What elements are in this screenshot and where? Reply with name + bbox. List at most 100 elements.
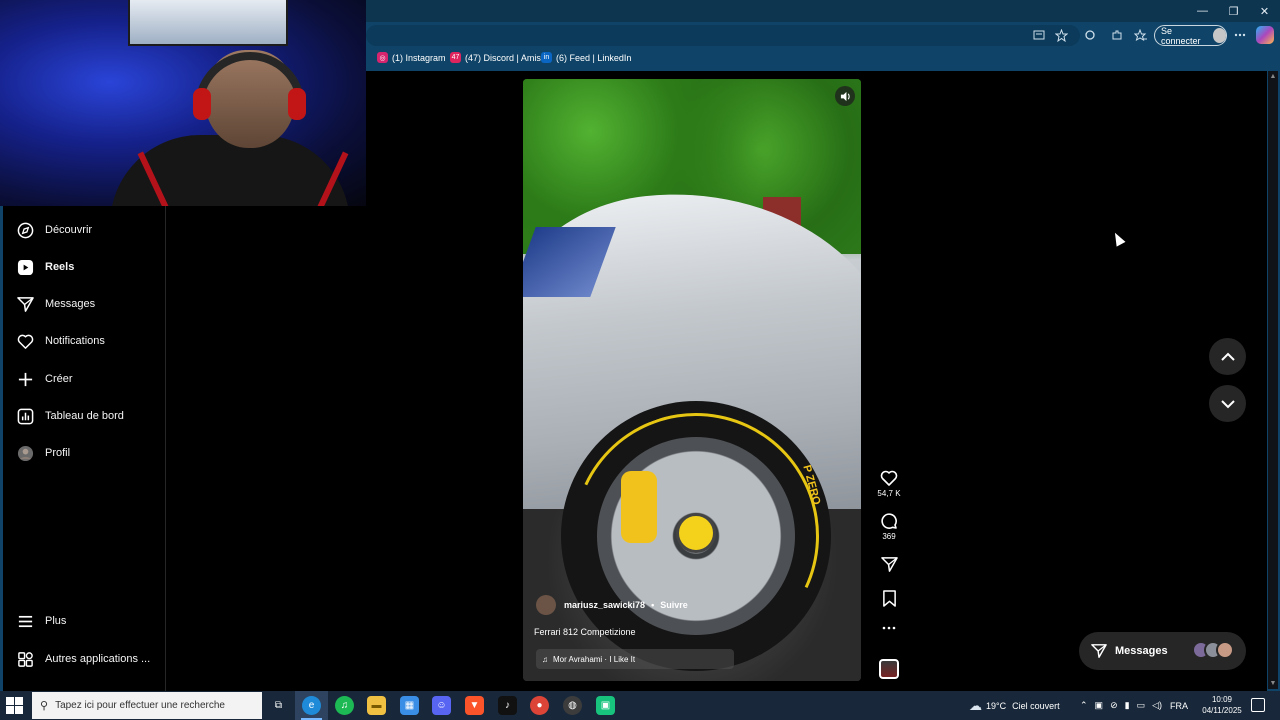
sidebar-item-reels[interactable]: Reels <box>15 256 74 278</box>
scroll-down-icon[interactable]: ▼ <box>1269 680 1277 687</box>
scroll-up-icon[interactable]: ▲ <box>1269 73 1277 80</box>
weather-widget[interactable]: ☁ 19°C Ciel couvert <box>969 691 1060 720</box>
avatar <box>1216 641 1234 659</box>
author-avatar[interactable] <box>536 595 556 615</box>
messages-pill-label: Messages <box>1115 645 1168 657</box>
language-indicator[interactable]: FRA <box>1170 701 1188 711</box>
favorite-discord[interactable]: 47 (47) Discord | Amis <box>450 52 541 63</box>
more-button[interactable] <box>875 624 903 632</box>
menu-icon <box>15 611 35 631</box>
tray-chevron-up-icon[interactable]: ⌃ <box>1080 700 1088 711</box>
file-explorer-icon[interactable]: ▬ <box>367 696 386 715</box>
search-icon: ⚲ <box>40 700 49 712</box>
share-button[interactable] <box>875 556 903 573</box>
sidebar-item-tableau-de-bord[interactable]: Tableau de bord <box>15 405 124 427</box>
author-username[interactable]: mariusz_sawicki78 <box>564 600 645 610</box>
webcam-headset-ear <box>288 88 306 120</box>
reader-view-icon[interactable] <box>1030 26 1048 44</box>
reels-icon <box>15 257 35 277</box>
spotify-icon[interactable]: ♫ <box>335 696 354 715</box>
reel-author-row: mariusz_sawicki78 • Suivre <box>536 595 688 615</box>
notification-center-icon[interactable] <box>1251 698 1265 712</box>
reel-video[interactable]: P ZERO <box>523 79 861 681</box>
address-field[interactable] <box>366 25 1080 46</box>
messages-pill-button[interactable]: Messages <box>1079 632 1246 670</box>
windows-start-icon[interactable] <box>6 697 23 714</box>
signin-label: Se connecter <box>1161 25 1201 46</box>
send-icon <box>880 557 898 572</box>
taskbar-search-box[interactable]: ⚲ Tapez ici pour effectuer une recherche <box>32 692 262 719</box>
next-reel-button[interactable] <box>1209 385 1246 422</box>
sidebar-item-label: Plus <box>45 615 67 627</box>
sidebar-item-decouvrir[interactable]: Découvrir <box>15 219 92 241</box>
instagram-sidebar: Découvrir Reels Messages Notifications C… <box>3 206 166 691</box>
store-icon[interactable]: ▦ <box>400 696 419 715</box>
heart-icon <box>15 331 35 351</box>
favorite-label: (47) Discord | Amis <box>465 52 541 63</box>
tray-mute-icon[interactable]: ⊘ <box>1110 700 1118 711</box>
sidebar-item-notifications[interactable]: Notifications <box>15 330 105 352</box>
previous-reel-button[interactable] <box>1209 338 1246 375</box>
extensions-icon[interactable] <box>1108 26 1126 44</box>
sidebar-item-profil[interactable]: Profil <box>15 442 70 464</box>
sidebar-item-label: Créer <box>45 373 73 385</box>
sidebar-item-plus[interactable]: Plus <box>15 610 66 632</box>
instagram-icon: ◎ <box>377 52 388 63</box>
like-count: 54,7 K <box>877 489 901 498</box>
send-icon <box>15 294 35 314</box>
comment-button[interactable]: 369 <box>875 512 903 541</box>
network-icon[interactable]: ▭ <box>1137 700 1146 711</box>
like-button[interactable]: 54,7 K <box>875 469 903 498</box>
sidebar-item-label: Profil <box>45 447 71 459</box>
speaker-icon <box>840 91 850 101</box>
sidebar-item-messages[interactable]: Messages <box>15 293 95 315</box>
sidebar-item-creer[interactable]: Créer <box>15 368 73 390</box>
avatar <box>15 443 35 463</box>
chrome-icon[interactable]: ● <box>530 696 549 715</box>
favorite-star-icon[interactable] <box>1052 26 1070 44</box>
favorite-linkedin[interactable]: in (6) Feed | LinkedIn <box>541 52 631 63</box>
page-scrollbar[interactable]: ▲ ▼ <box>1268 71 1278 689</box>
task-view-icon[interactable]: ⧉ <box>269 696 288 715</box>
refresh-extension-icon[interactable] <box>1081 26 1099 44</box>
sidebar-item-label: Découvrir <box>45 224 93 236</box>
sidebar-item-label: Autres applications ... <box>45 653 151 665</box>
close-icon[interactable]: ✕ <box>1249 0 1280 22</box>
more-dots-icon <box>882 626 896 630</box>
system-tray: ⌃ ▣ ⊘ ▮ ▭ ◁) FRA <box>1080 691 1188 720</box>
minimize-icon[interactable]: — <box>1187 0 1218 22</box>
sound-toggle-button[interactable] <box>835 86 855 106</box>
discord-icon[interactable]: ☺ <box>432 696 451 715</box>
restore-icon[interactable]: ❐ <box>1218 0 1249 22</box>
sidebar-item-label: Reels <box>45 261 75 273</box>
app-green-icon[interactable]: ▣ <box>596 696 615 715</box>
webcam-overlay <box>0 0 366 206</box>
signin-button[interactable]: Se connecter <box>1154 25 1227 46</box>
discord-fav-icon: 47 <box>450 52 461 63</box>
plus-icon <box>15 369 35 389</box>
sidebar-item-autres-applications[interactable]: Autres applications ... <box>15 648 150 670</box>
copilot-icon[interactable] <box>1256 26 1274 44</box>
audio-label: Mor Avrahami · I Like It <box>553 654 636 664</box>
volume-icon[interactable]: ◁) <box>1152 700 1162 711</box>
tiktok-icon[interactable]: ♪ <box>498 696 517 715</box>
save-button[interactable] <box>875 590 903 607</box>
apps-icon <box>15 649 35 669</box>
taskbar-clock[interactable]: 10:09 04/11/2025 <box>1197 694 1247 716</box>
edge-icon[interactable]: e <box>302 696 321 715</box>
audio-thumbnail[interactable] <box>879 659 899 679</box>
comment-count: 369 <box>882 532 896 541</box>
microphone-icon[interactable]: ▮ <box>1125 700 1130 711</box>
send-icon <box>1091 644 1107 658</box>
window-controls: — ❐ ✕ <box>1187 0 1280 22</box>
more-options-icon[interactable] <box>1231 26 1249 44</box>
favorites-icon[interactable] <box>1131 26 1149 44</box>
favorite-instagram[interactable]: ◎ (1) Instagram <box>377 52 446 63</box>
weather-temperature: 19°C <box>986 700 1007 711</box>
reel-audio-link[interactable]: ♫ Mor Avrahami · I Like It <box>536 649 734 669</box>
linkedin-icon: in <box>541 52 552 63</box>
tray-app-icon[interactable]: ▣ <box>1095 700 1104 711</box>
obs-icon[interactable]: ◍ <box>563 696 582 715</box>
brave-icon[interactable]: ▼ <box>465 696 484 715</box>
follow-button[interactable]: Suivre <box>660 600 688 610</box>
